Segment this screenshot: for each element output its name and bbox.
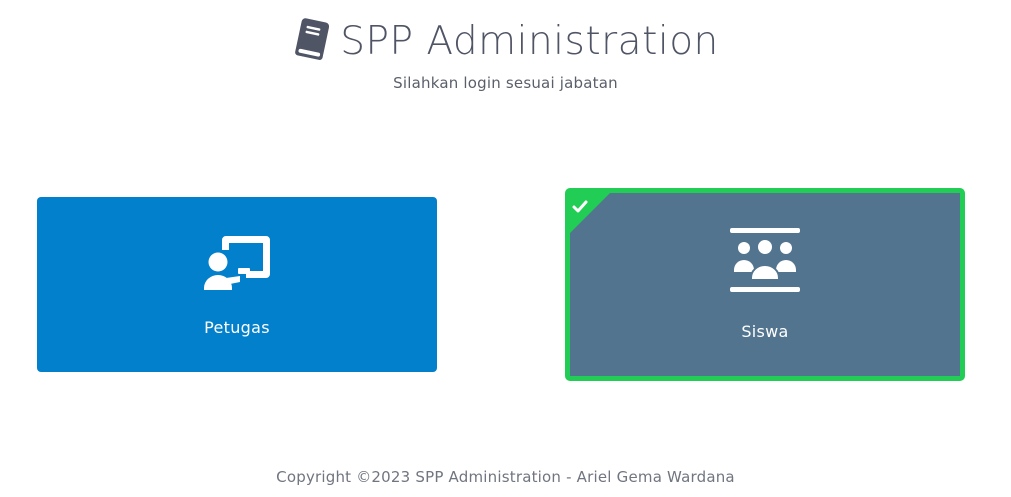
role-card-petugas[interactable]: Petugas <box>37 197 437 372</box>
page-header: SPP Administration Silahkan login sesuai… <box>0 12 1011 92</box>
role-label-petugas: Petugas <box>204 318 270 337</box>
people-group-icon <box>730 228 800 292</box>
check-icon <box>572 200 588 213</box>
book-icon <box>295 18 330 60</box>
login-role-page: SPP Administration Silahkan login sesuai… <box>0 0 1011 497</box>
footer-copyright: Copyright ©2023 SPP Administration - Ari… <box>276 468 735 486</box>
chalkboard-teacher-icon <box>204 236 270 290</box>
app-title: SPP Administration <box>340 18 719 64</box>
login-subtitle: Silahkan login sesuai jabatan <box>393 74 618 92</box>
role-label-siswa: Siswa <box>741 322 789 341</box>
role-card-siswa[interactable]: Siswa <box>565 188 965 381</box>
title-row: SPP Administration <box>0 12 1011 68</box>
